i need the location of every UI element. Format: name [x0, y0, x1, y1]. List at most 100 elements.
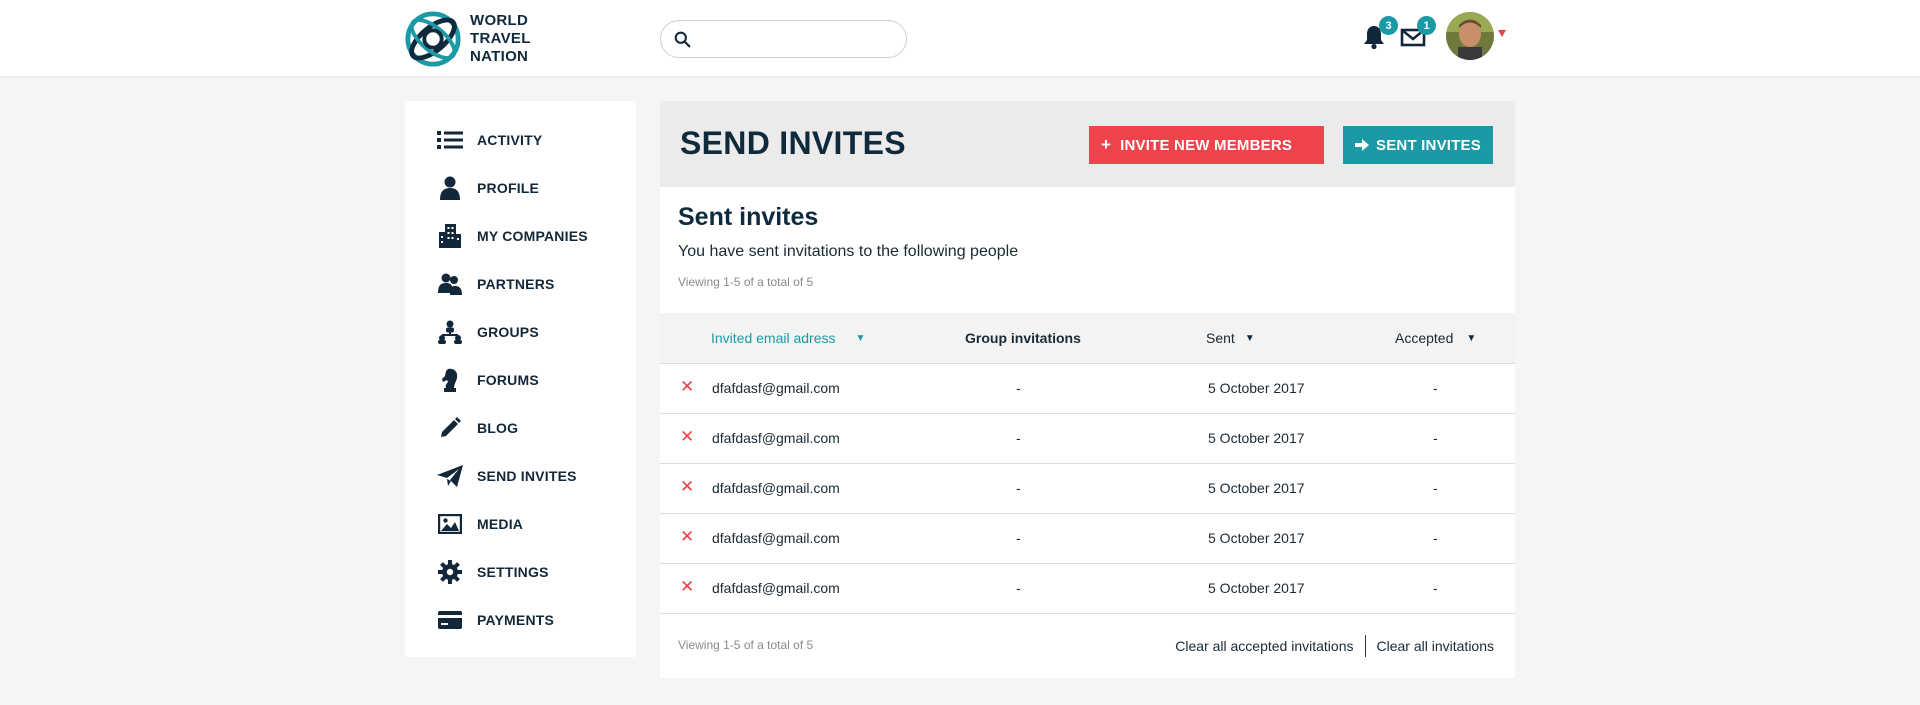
invite-email: dfafdasf@gmail.com	[712, 480, 840, 496]
paper-plane-icon	[435, 461, 465, 491]
invite-accepted: -	[1433, 580, 1438, 596]
sort-by-accepted-header[interactable]: Accepted ▼	[1395, 330, 1476, 346]
table-row: ✕ dfafdasf@gmail.com - 5 October 2017 -	[660, 364, 1515, 414]
invite-sent-date: 5 October 2017	[1208, 380, 1305, 396]
brand-line-2: TRAVEL	[470, 30, 531, 47]
section-description: You have sent invitations to the followi…	[678, 243, 1019, 260]
delete-invite-icon[interactable]: ✕	[680, 428, 696, 445]
delete-invite-icon[interactable]: ✕	[680, 378, 696, 395]
delete-invite-icon[interactable]: ✕	[680, 528, 696, 545]
sort-by-email-header[interactable]: Invited email adress ▼	[711, 330, 865, 346]
accepted-header-label: Accepted	[1395, 330, 1454, 346]
notifications-button[interactable]: 3	[1362, 16, 1398, 50]
sidebar-item-label: SEND INVITES	[477, 468, 577, 484]
send-invites-panel: SEND INVITES + INVITE NEW MEMBERS SENT I…	[660, 101, 1515, 678]
arrow-right-icon	[1355, 139, 1369, 151]
groups-icon	[435, 317, 465, 347]
sent-button-label: SENT INVITES	[1376, 136, 1481, 154]
partners-icon	[435, 269, 465, 299]
gear-icon	[435, 557, 465, 587]
avatar-photo	[1446, 12, 1494, 60]
sent-invites-button[interactable]: SENT INVITES	[1343, 126, 1493, 164]
sidebar-item-label: MY COMPANIES	[477, 228, 588, 244]
sidebar-item-label: PROFILE	[477, 180, 540, 196]
search-box[interactable]	[660, 20, 907, 58]
sidebar-item-my-companies[interactable]: MY COMPANIES	[405, 216, 636, 256]
invite-sent-date: 5 October 2017	[1208, 580, 1305, 596]
page-title: SEND INVITES	[680, 125, 906, 161]
delete-invite-icon[interactable]: ✕	[680, 478, 696, 495]
search-icon	[674, 31, 691, 47]
sort-by-sent-header[interactable]: Sent ▼	[1206, 330, 1255, 346]
invite-new-members-button[interactable]: + INVITE NEW MEMBERS	[1089, 126, 1324, 164]
messages-badge: 1	[1417, 16, 1436, 35]
clear-all-invitations-link[interactable]: Clear all invitations	[1377, 638, 1495, 654]
viewing-count-bottom: Viewing 1-5 of a total of 5	[678, 638, 814, 652]
table-footer-actions: Clear all accepted invitations Clear all…	[1175, 635, 1494, 657]
user-icon	[435, 173, 465, 203]
invite-group: -	[1016, 530, 1021, 546]
building-icon	[435, 221, 465, 251]
sort-caret-icon: ▼	[1466, 332, 1477, 344]
sidebar-item-blog[interactable]: BLOG	[405, 408, 636, 448]
plus-icon: +	[1101, 135, 1112, 154]
table-row: ✕ dfafdasf@gmail.com - 5 October 2017 -	[660, 414, 1515, 464]
invite-sent-date: 5 October 2017	[1208, 480, 1305, 496]
clear-accepted-invitations-link[interactable]: Clear all accepted invitations	[1175, 638, 1353, 654]
sidebar-item-settings[interactable]: SETTINGS	[405, 552, 636, 592]
invite-group: -	[1016, 380, 1021, 396]
sent-header-label: Sent	[1206, 330, 1235, 346]
invite-sent-date: 5 October 2017	[1208, 530, 1305, 546]
invite-accepted: -	[1433, 530, 1438, 546]
divider	[1364, 635, 1366, 657]
table-row: ✕ dfafdasf@gmail.com - 5 October 2017 -	[660, 564, 1515, 614]
user-avatar[interactable]	[1446, 12, 1494, 60]
sidebar-item-label: PARTNERS	[477, 276, 555, 292]
sidebar-item-label: ACTIVITY	[477, 132, 543, 148]
invite-email: dfafdasf@gmail.com	[712, 580, 840, 596]
sidebar-item-label: FORUMS	[477, 372, 539, 388]
invite-accepted: -	[1433, 480, 1438, 496]
table-row: ✕ dfafdasf@gmail.com - 5 October 2017 -	[660, 514, 1515, 564]
sidebar-item-send-invites[interactable]: SEND INVITES	[405, 456, 636, 496]
credit-card-icon	[435, 605, 465, 635]
brand-logo[interactable]: WORLD TRAVEL NATION	[404, 9, 531, 69]
invite-button-label: INVITE NEW MEMBERS	[1120, 136, 1293, 154]
delete-invite-icon[interactable]: ✕	[680, 578, 696, 595]
invite-email: dfafdasf@gmail.com	[712, 430, 840, 446]
sort-caret-icon: ▼	[855, 332, 866, 344]
sidebar-item-forums[interactable]: FORUMS	[405, 360, 636, 400]
table-row: ✕ dfafdasf@gmail.com - 5 October 2017 -	[660, 464, 1515, 514]
brand-line-3: NATION	[470, 48, 529, 65]
chess-knight-icon	[435, 365, 465, 395]
invite-sent-date: 5 October 2017	[1208, 430, 1305, 446]
list-icon	[435, 125, 465, 155]
messages-button[interactable]: 1	[1400, 16, 1436, 50]
image-icon	[435, 509, 465, 539]
search-input[interactable]	[699, 31, 889, 47]
sidebar-item-groups[interactable]: GROUPS	[405, 312, 636, 352]
brand-line-1: WORLD	[470, 12, 529, 29]
account-menu-caret-icon[interactable]	[1498, 30, 1506, 37]
sort-caret-icon: ▼	[1244, 332, 1255, 344]
globe-logo-icon	[405, 11, 461, 67]
panel-header: SEND INVITES + INVITE NEW MEMBERS SENT I…	[660, 101, 1515, 187]
sidebar-item-label: BLOG	[477, 420, 519, 436]
brand-name: WORLD TRAVEL NATION	[470, 12, 531, 66]
sidebar-item-partners[interactable]: PARTNERS	[405, 264, 636, 304]
sidebar-item-media[interactable]: MEDIA	[405, 504, 636, 544]
sidebar-item-activity[interactable]: ACTIVITY	[405, 120, 636, 160]
sidebar-item-payments[interactable]: PAYMENTS	[405, 600, 636, 640]
table-header: Invited email adress ▼ Group invitations…	[660, 313, 1515, 364]
sidebar-nav: ACTIVITY PROFILE MY COMPANIES PARTNERS G…	[405, 101, 636, 657]
sidebar-item-label: PAYMENTS	[477, 612, 555, 628]
group-header-label: Group invitations	[965, 330, 1081, 346]
invite-email: dfafdasf@gmail.com	[712, 530, 840, 546]
notifications-badge: 3	[1379, 16, 1398, 35]
invite-email: dfafdasf@gmail.com	[712, 380, 840, 396]
section-title: Sent invites	[678, 203, 819, 231]
invite-group: -	[1016, 480, 1021, 496]
sidebar-item-profile[interactable]: PROFILE	[405, 168, 636, 208]
sidebar-item-label: MEDIA	[477, 516, 524, 532]
top-header: WORLD TRAVEL NATION 3 1	[0, 0, 1920, 76]
